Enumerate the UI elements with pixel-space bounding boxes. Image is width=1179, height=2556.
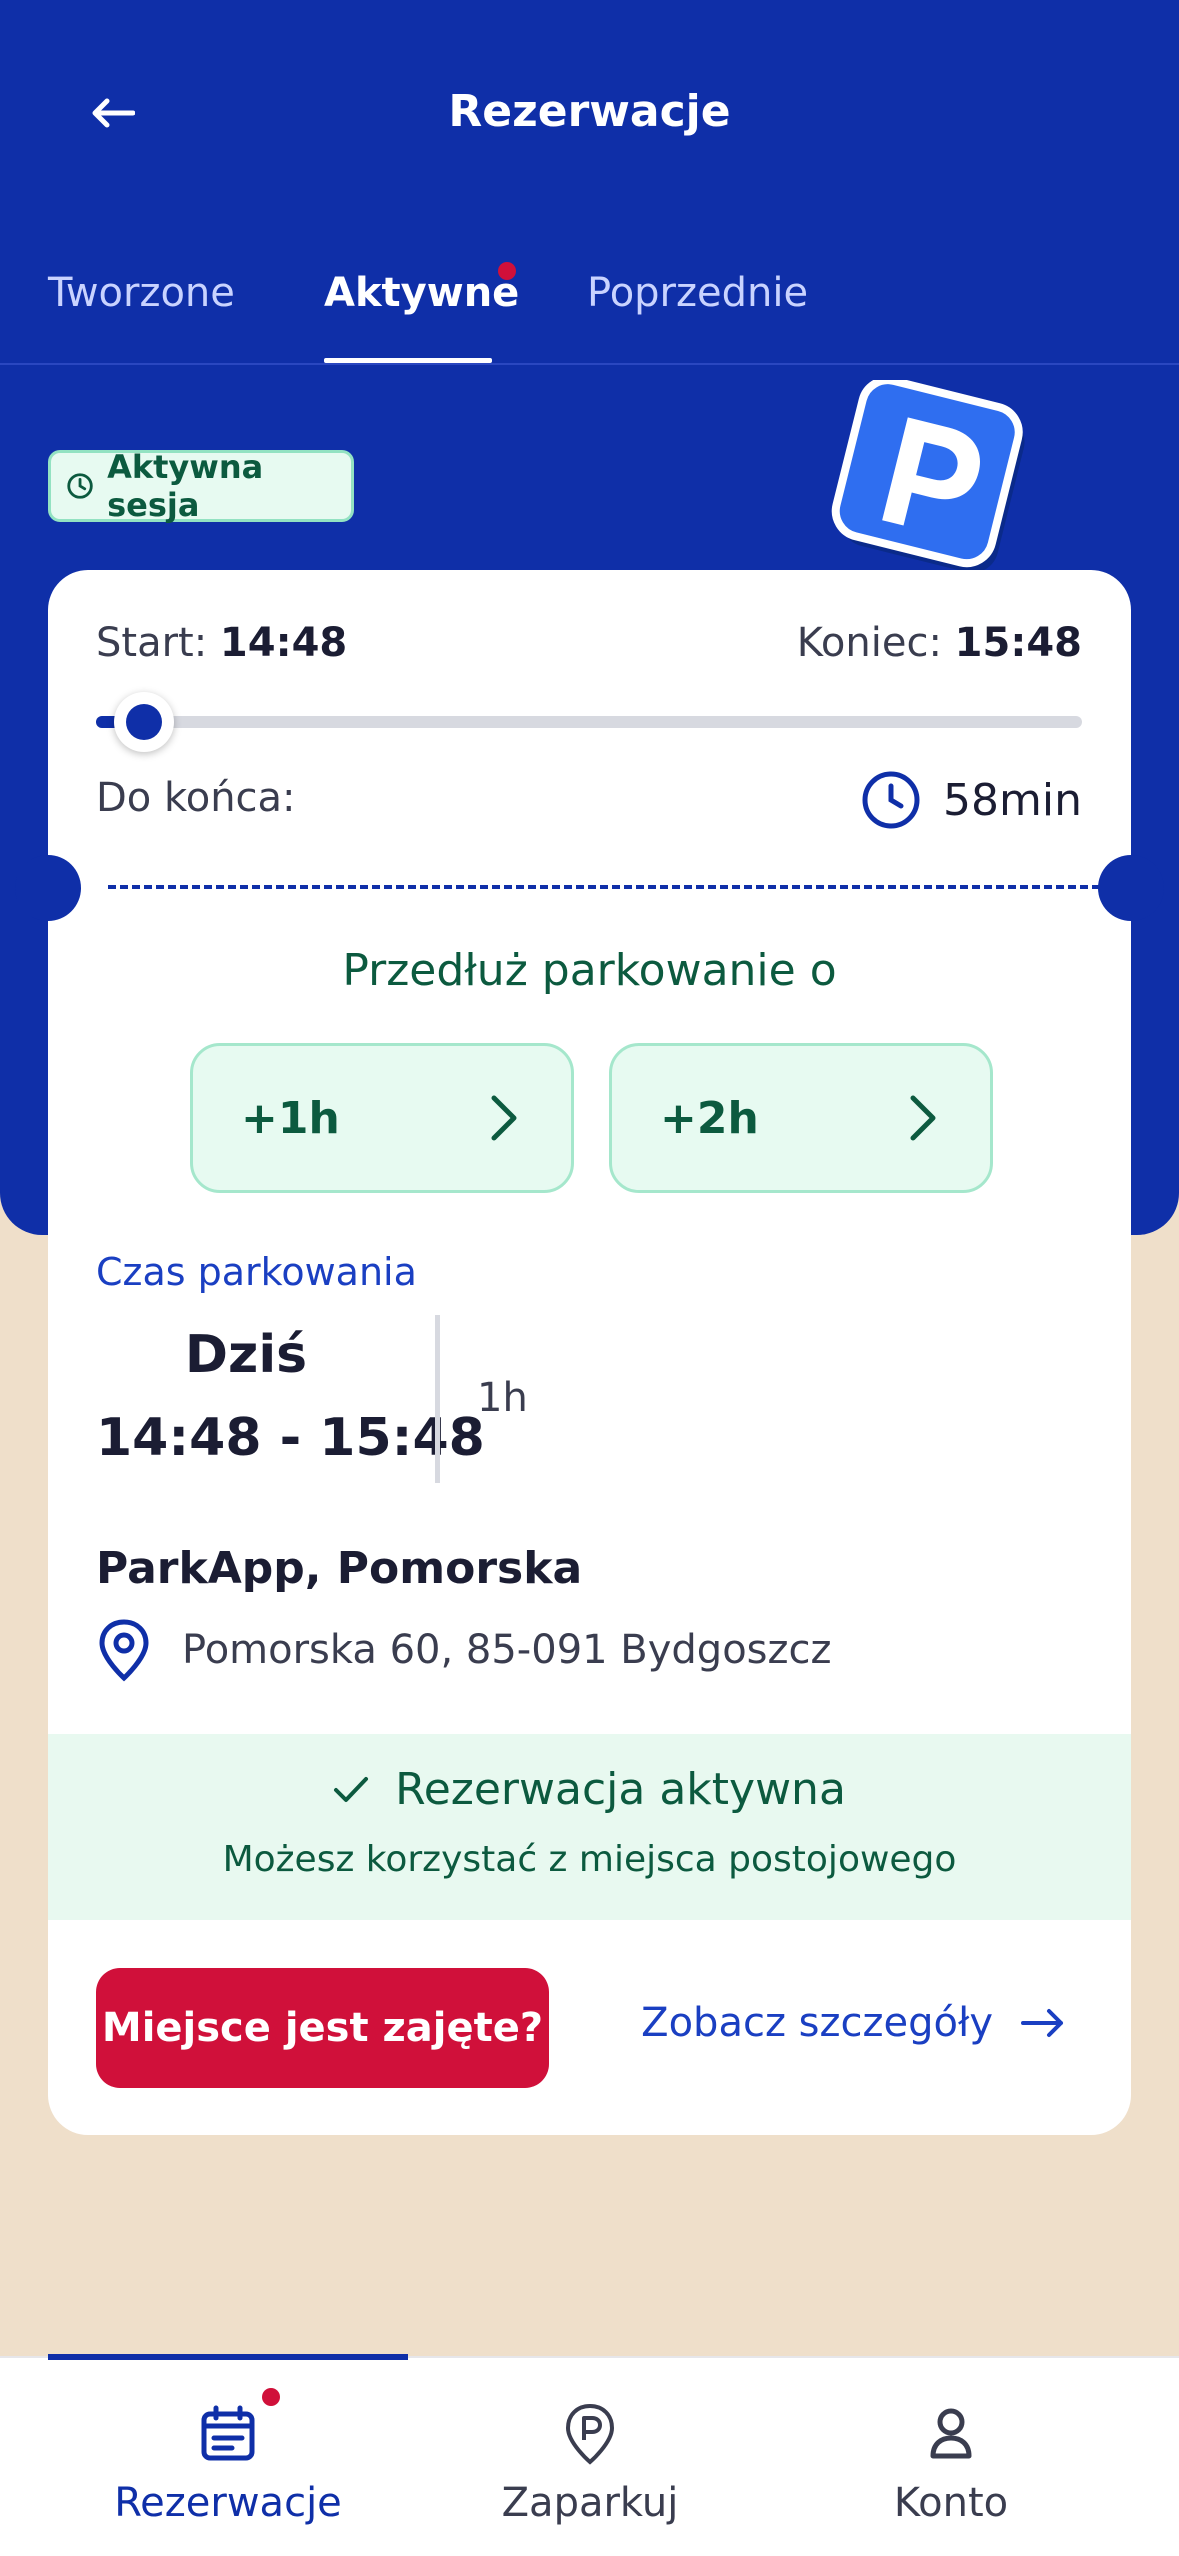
parking-sign-icon — [831, 380, 1025, 573]
nav-notification-dot — [262, 2388, 280, 2406]
page-title: Rezerwacje — [448, 86, 731, 137]
app-header: Rezerwacje — [0, 0, 1179, 230]
active-session-badge: Aktywna sesja — [48, 448, 354, 524]
parking-address: Pomorska 60, 85-091 Bydgoszcz — [96, 1618, 832, 1682]
nav-label-zaparkuj: Zaparkuj — [501, 2480, 679, 2526]
chevron-right-icon — [910, 1095, 936, 1141]
parking-duration: 1h — [477, 1375, 528, 1421]
reservation-status-banner: Rezerwacja aktywna Możesz korzystać z mi… — [48, 1734, 1131, 1920]
see-details-link[interactable]: Zobacz szczegóły — [641, 2000, 1065, 2046]
end-time: 15:48 — [954, 620, 1082, 666]
address-text: Pomorska 60, 85-091 Bydgoszcz — [182, 1627, 832, 1673]
start-time: 14:48 — [219, 620, 348, 666]
arrow-right-icon — [1021, 2009, 1063, 2037]
card-notch-right — [1098, 855, 1164, 921]
check-icon — [334, 1776, 369, 1802]
nav-item-zaparkuj[interactable]: Zaparkuj — [410, 2398, 770, 2526]
card-notch-left — [15, 855, 81, 921]
bottom-navigation: Rezerwacje Zaparkuj Konto — [0, 2354, 1179, 2556]
spot-occupied-button[interactable]: Miejsce jest zajęte? — [96, 1968, 549, 2088]
location-pin-icon — [99, 1619, 149, 1682]
nav-item-rezerwacje[interactable]: Rezerwacje — [48, 2398, 408, 2526]
calendar-icon — [201, 2405, 255, 2461]
tab-poprzednie[interactable]: Poprzednie — [587, 270, 808, 316]
user-icon — [930, 2408, 972, 2459]
reservation-tabs: Tworzone Aktywne Poprzednie — [0, 250, 1179, 365]
nav-label-konto: Konto — [893, 2480, 1009, 2526]
remaining-time: 58min — [861, 770, 1082, 830]
status-title: Rezerwacja aktywna — [395, 1764, 846, 1815]
vertical-separator — [435, 1315, 440, 1483]
active-tab-indicator — [324, 358, 492, 363]
remaining-label: Do końca: — [96, 775, 296, 821]
start-label: Start: — [96, 620, 208, 666]
session-progress-bar — [96, 692, 1082, 752]
tab-tworzone[interactable]: Tworzone — [48, 270, 235, 316]
extend-title: Przedłuż parkowanie o — [342, 945, 837, 996]
parking-time-label: Czas parkowania — [96, 1250, 417, 1294]
extend-1h-button[interactable]: +1h — [190, 1043, 574, 1193]
parking-pin-icon — [565, 2403, 615, 2465]
extend-2h-button[interactable]: +2h — [609, 1043, 993, 1193]
card-divider — [108, 885, 1100, 889]
parking-place-name: ParkApp, Pomorska — [96, 1543, 583, 1594]
end-label: Koniec: — [796, 620, 942, 666]
bottom-nav-active-indicator — [48, 2354, 408, 2360]
parking-time-range: 14:48 - 15:48 — [96, 1408, 485, 1468]
tab-notification-dot — [498, 262, 516, 280]
parking-day: Dziś — [184, 1325, 308, 1385]
session-badge-label: Aktywna sesja — [107, 448, 264, 524]
nav-item-konto[interactable]: Konto — [771, 2398, 1131, 2526]
see-details-label: Zobacz szczegóły — [641, 2000, 993, 2046]
remaining-value: 58min — [943, 774, 1082, 826]
extend-2h-label: +2h — [660, 1092, 759, 1144]
clock-icon — [862, 771, 920, 829]
chevron-right-icon — [491, 1095, 517, 1141]
status-subtitle: Możesz korzystać z miejsca postojowego — [222, 1839, 957, 1880]
tab-aktywne[interactable]: Aktywne — [324, 270, 519, 316]
nav-label-rezerwacje: Rezerwacje — [114, 2480, 342, 2526]
session-progress-knob — [113, 692, 174, 752]
clock-icon — [67, 473, 93, 499]
extend-1h-label: +1h — [241, 1092, 340, 1144]
